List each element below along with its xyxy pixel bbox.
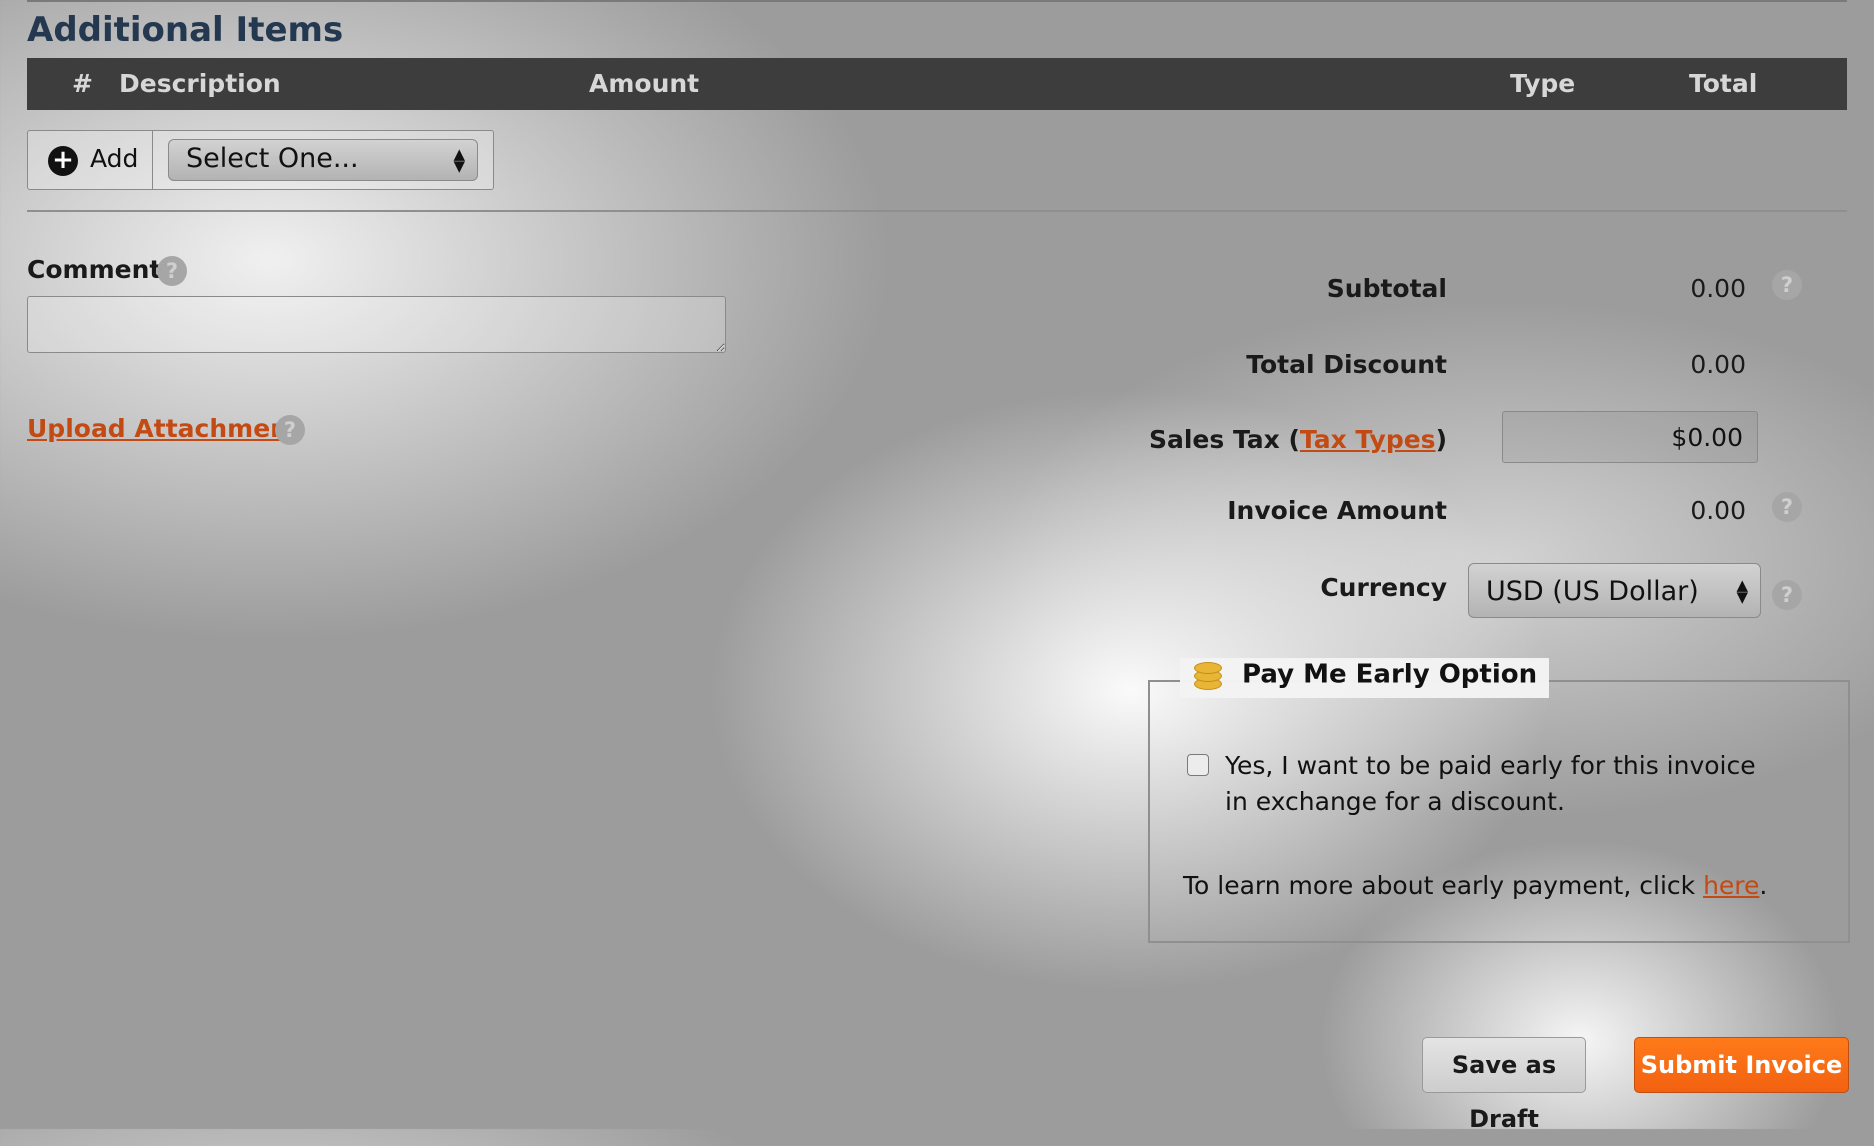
total-discount-label: Total Discount	[1246, 350, 1447, 379]
comment-field[interactable]	[27, 296, 726, 353]
total-discount-value: 0.00	[1690, 350, 1746, 379]
currency-select[interactable]: USD (US Dollar) ▲ ▼	[1468, 563, 1761, 618]
add-item-label: Add	[90, 144, 139, 173]
column-total: Total	[1689, 69, 1758, 98]
pay-early-checkbox-label: Yes, I want to be paid early for this in…	[1225, 751, 1756, 816]
subtotal-value: 0.00	[1690, 274, 1746, 303]
learn-more-prefix: To learn more about early payment, click	[1183, 871, 1704, 900]
column-description: Description	[119, 69, 281, 98]
add-item-button[interactable]: + Add	[28, 131, 153, 189]
invoice-amount-help-icon[interactable]: ?	[1772, 492, 1802, 522]
pay-early-checkbox[interactable]	[1187, 754, 1209, 776]
currency-select-value: USD (US Dollar)	[1486, 576, 1699, 607]
subtotal-help-icon[interactable]: ?	[1772, 270, 1802, 300]
comment-label: Comment	[27, 255, 162, 284]
select-arrows-icon: ▲ ▼	[453, 145, 465, 175]
item-type-select-value: Select One...	[186, 143, 359, 174]
learn-more-link[interactable]: here	[1703, 871, 1759, 900]
section-title: Additional Items	[27, 10, 344, 50]
add-item-group: + Add Select One... ▲ ▼	[27, 130, 494, 190]
items-table-header: # Description Amount Type Total	[27, 58, 1847, 110]
plus-circle-icon: +	[48, 146, 78, 176]
upload-attachment-link[interactable]: Upload Attachment	[27, 414, 300, 443]
coins-icon	[1190, 658, 1224, 692]
comment-help-icon[interactable]: ?	[157, 256, 187, 286]
currency-help-icon[interactable]: ?	[1772, 580, 1802, 610]
learn-more-text: To learn more about early payment, click…	[1183, 871, 1767, 900]
pay-early-legend: Pay Me Early Option	[1180, 658, 1550, 698]
column-type: Type	[1510, 69, 1576, 98]
column-amount: Amount	[589, 69, 700, 98]
select-arrows-icon: ▲ ▼	[1736, 576, 1748, 606]
pay-early-title: Pay Me Early Option	[1242, 659, 1538, 690]
top-divider	[27, 0, 1847, 2]
upload-help-icon[interactable]: ?	[275, 415, 305, 445]
learn-more-suffix: .	[1759, 871, 1768, 900]
item-type-select[interactable]: Select One... ▲ ▼	[168, 139, 478, 181]
invoice-amount-value: 0.00	[1690, 496, 1746, 525]
currency-label: Currency	[1320, 573, 1447, 602]
section-divider	[27, 210, 1847, 212]
invoice-amount-label: Invoice Amount	[1227, 496, 1447, 525]
submit-invoice-button[interactable]: Submit Invoice	[1634, 1037, 1849, 1093]
column-number: #	[72, 69, 93, 98]
sales-tax-label: Sales Tax (Tax Types)	[1148, 425, 1447, 454]
sales-tax-input[interactable]	[1502, 411, 1758, 463]
tax-types-link[interactable]: Tax Types	[1300, 425, 1436, 454]
sales-tax-label-text: Sales Tax	[1148, 425, 1280, 454]
save-draft-button[interactable]: Save as Draft	[1422, 1037, 1586, 1133]
subtotal-label: Subtotal	[1326, 274, 1447, 303]
